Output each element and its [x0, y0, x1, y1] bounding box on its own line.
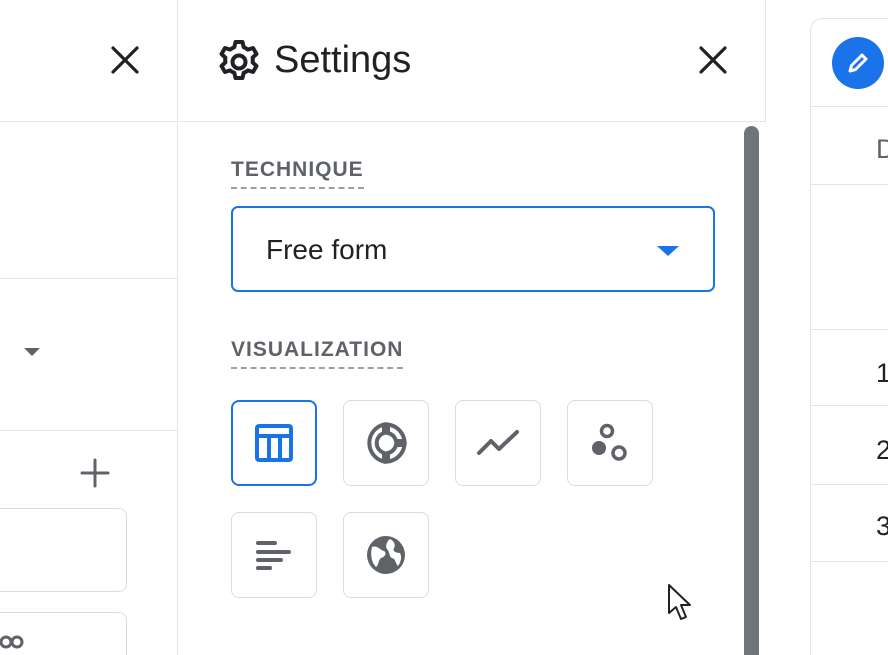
dimension-chip[interactable]	[0, 508, 127, 592]
line-chart-icon	[477, 430, 519, 455]
divider	[810, 106, 888, 107]
bar-chart-icon	[256, 541, 291, 570]
variables-panel-header	[0, 0, 178, 122]
viz-option-scatter-plot[interactable]	[567, 400, 653, 486]
edit-button[interactable]	[832, 37, 884, 89]
technique-label: TECHNIQUE	[231, 157, 364, 189]
divider	[0, 430, 178, 431]
mouse-pointer-icon	[668, 584, 691, 620]
divider	[811, 329, 888, 330]
divider	[811, 561, 888, 562]
variables-panel	[0, 0, 178, 655]
technique-dropdown[interactable]: Free form	[231, 206, 715, 292]
gear-icon	[219, 40, 259, 80]
table-row-index: 2	[876, 435, 888, 465]
visualization-label: VISUALIZATION	[231, 337, 404, 369]
report-tab-panel	[810, 18, 888, 655]
divider	[811, 484, 888, 485]
drag-handle-icon	[0, 635, 24, 649]
caret-down-icon	[657, 246, 679, 256]
settings-close-button[interactable]	[691, 38, 735, 82]
table-column-header: D	[876, 134, 888, 164]
close-icon	[699, 46, 727, 74]
caret-down-icon[interactable]	[24, 348, 40, 356]
settings-title: Settings	[274, 39, 412, 81]
variables-close-button[interactable]	[103, 38, 147, 82]
viz-option-donut-chart[interactable]	[343, 400, 429, 486]
viz-option-table[interactable]	[231, 400, 317, 486]
viz-option-geo-map[interactable]	[343, 512, 429, 598]
settings-panel: Settings TECHNIQUE Free form VISUALIZATI…	[179, 0, 766, 655]
divider	[811, 405, 888, 406]
donut-chart-icon	[367, 421, 407, 465]
table-row-index: 3	[876, 511, 888, 541]
table-row-index: 1	[876, 358, 888, 388]
divider	[0, 278, 178, 279]
pencil-icon	[848, 53, 868, 73]
close-icon	[111, 46, 139, 74]
add-dimension-button[interactable]	[74, 452, 116, 494]
technique-selected-value: Free form	[266, 234, 388, 265]
viz-option-line-chart[interactable]	[455, 400, 541, 486]
scrollbar-thumb[interactable]	[744, 126, 759, 655]
viz-option-bar-chart[interactable]	[231, 512, 317, 598]
plus-icon	[80, 458, 110, 488]
settings-header: Settings	[179, 0, 766, 122]
globe-icon	[367, 536, 405, 574]
table-icon	[255, 424, 293, 462]
scatter-plot-icon	[592, 423, 627, 461]
divider	[811, 184, 888, 185]
